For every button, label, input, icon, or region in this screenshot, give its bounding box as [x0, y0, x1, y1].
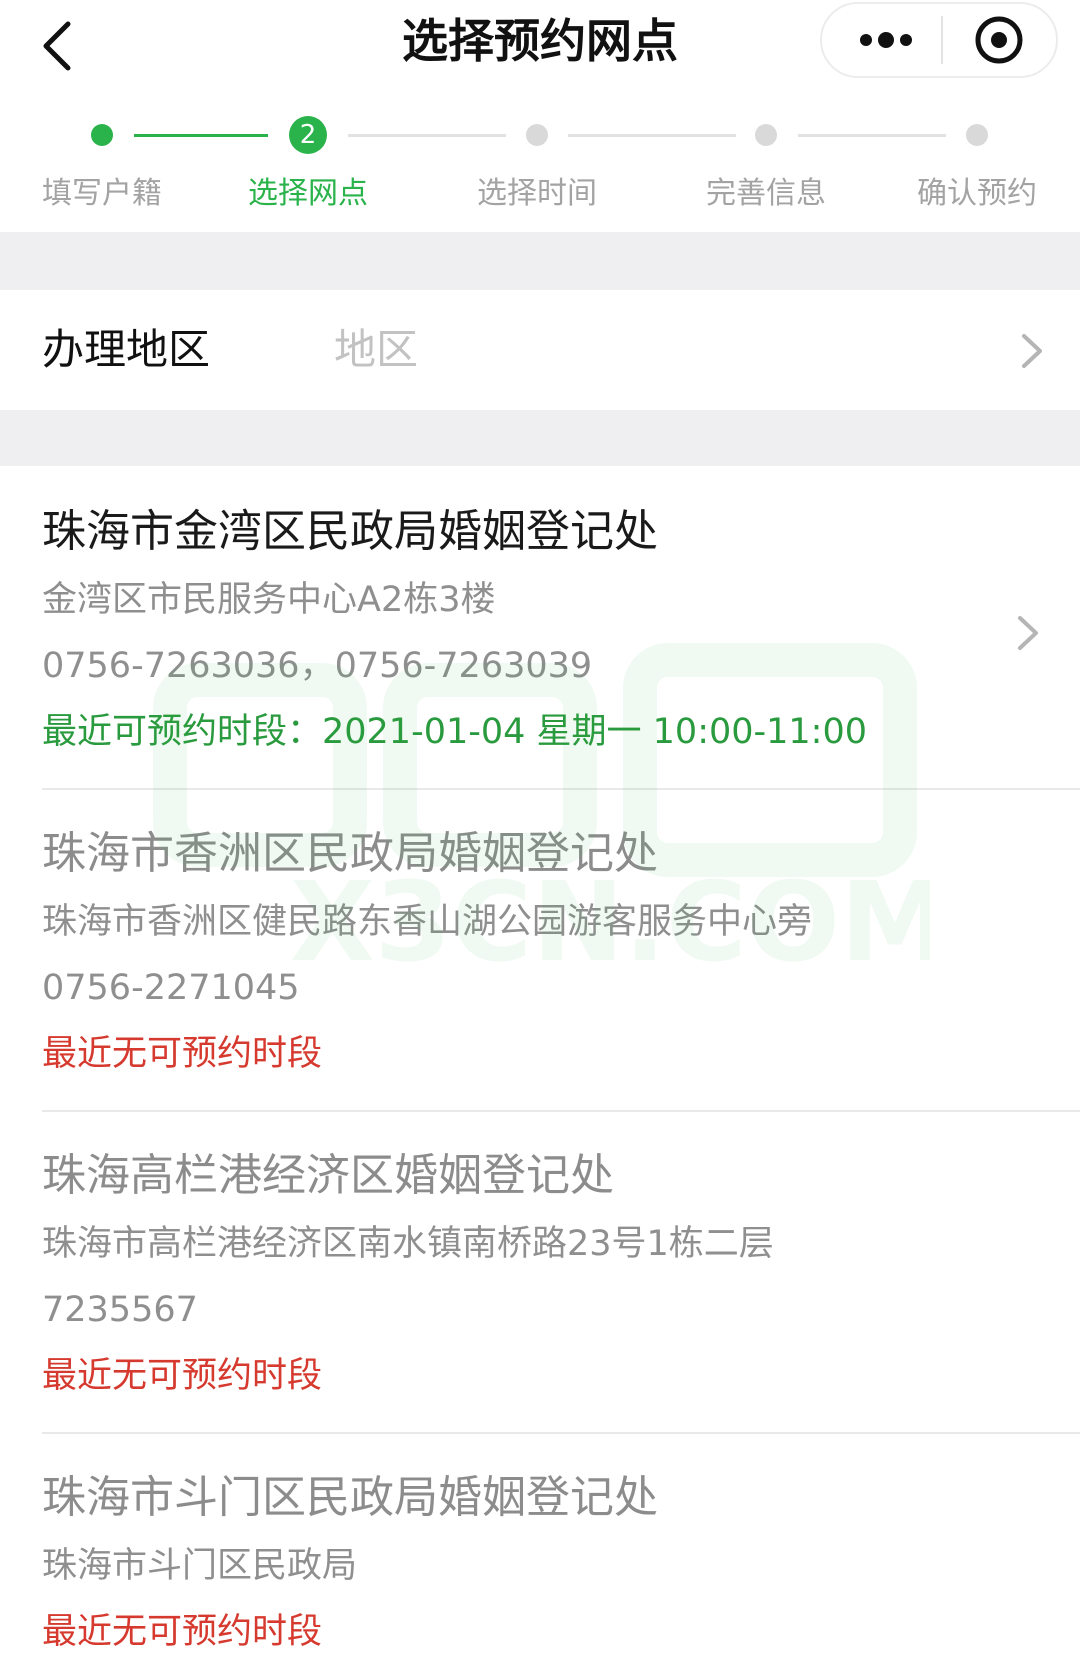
- office-slot: 最近无可预约时段: [42, 1356, 323, 1396]
- office-phone: 0756-2271045: [42, 968, 300, 1008]
- mini-program-capsule: [820, 2, 1058, 78]
- office-name: 珠海市香洲区民政局婚姻登记处: [42, 828, 658, 879]
- office-item-xiangzhou[interactable]: 珠海市香洲区民政局婚姻登记处 珠海市香洲区健民路东香山湖公园游客服务中心旁 07…: [0, 790, 1080, 1110]
- more-button[interactable]: [842, 4, 930, 76]
- step-label-info: 完善信息: [706, 176, 826, 211]
- step-label-office: 选择网点: [248, 176, 368, 211]
- office-name: 珠海市斗门区民政局婚姻登记处: [42, 1472, 658, 1523]
- step-dot-3: [526, 124, 548, 146]
- step-dot-1: [91, 124, 113, 146]
- office-slot: 最近无可预约时段: [42, 1034, 323, 1074]
- step-connector: [568, 134, 736, 137]
- office-item-doumen[interactable]: 珠海市斗门区民政局婚姻登记处 珠海市斗门区民政局 最近无可预约时段: [0, 1434, 1080, 1680]
- capsule-divider: [941, 16, 943, 64]
- close-button[interactable]: [950, 4, 1048, 76]
- office-item-gaolangang[interactable]: 珠海高栏港经济区婚姻登记处 珠海市高栏港经济区南水镇南桥路23号1栋二层 723…: [0, 1112, 1080, 1432]
- office-address: 珠海市斗门区民政局: [42, 1546, 358, 1586]
- region-placeholder: 地区: [334, 325, 419, 374]
- step-label-household: 填写户籍: [42, 176, 162, 211]
- office-name: 珠海市金湾区民政局婚姻登记处: [42, 506, 658, 557]
- office-address: 珠海市高栏港经济区南水镇南桥路23号1栋二层: [42, 1224, 774, 1264]
- section-divider: [0, 410, 1080, 466]
- region-label: 办理地区: [42, 325, 211, 374]
- chevron-right-icon: [1018, 616, 1038, 650]
- office-name: 珠海高栏港经济区婚姻登记处: [42, 1150, 614, 1201]
- step-label-confirm: 确认预约: [917, 176, 1037, 211]
- office-item-jinwan[interactable]: 珠海市金湾区民政局婚姻登记处 金湾区市民服务中心A2栋3楼 0756-72630…: [0, 466, 1080, 788]
- progress-steps: 2 填写户籍 选择网点 选择时间 完善信息 确认预约: [0, 100, 1080, 232]
- section-divider: [0, 232, 1080, 290]
- more-dots-icon: [860, 32, 912, 48]
- office-list: 珠海市金湾区民政局婚姻登记处 金湾区市民服务中心A2栋3楼 0756-72630…: [0, 466, 1080, 1680]
- navigation-bar: 选择预约网点: [0, 0, 1080, 100]
- office-address: 金湾区市民服务中心A2栋3楼: [42, 580, 496, 620]
- target-close-icon: [975, 16, 1023, 64]
- step-dot-5: [966, 124, 988, 146]
- step-connector: [134, 134, 268, 137]
- chevron-right-icon: [1022, 334, 1042, 368]
- office-phone: 0756-7263036，0756-7263039: [42, 646, 593, 686]
- step-label-time: 选择时间: [477, 176, 597, 211]
- office-slot: 最近可预约时段：2021-01-04 星期一 10:00-11:00: [42, 712, 868, 752]
- step-connector: [348, 134, 506, 137]
- office-slot: 最近无可预约时段: [42, 1612, 323, 1652]
- office-phone: 7235567: [42, 1290, 198, 1330]
- step-dot-4: [755, 124, 777, 146]
- step-connector: [798, 134, 946, 137]
- office-address: 珠海市香洲区健民路东香山湖公园游客服务中心旁: [42, 902, 813, 942]
- step-dot-2: 2: [289, 116, 327, 154]
- region-selector[interactable]: 办理地区 地区: [0, 290, 1080, 410]
